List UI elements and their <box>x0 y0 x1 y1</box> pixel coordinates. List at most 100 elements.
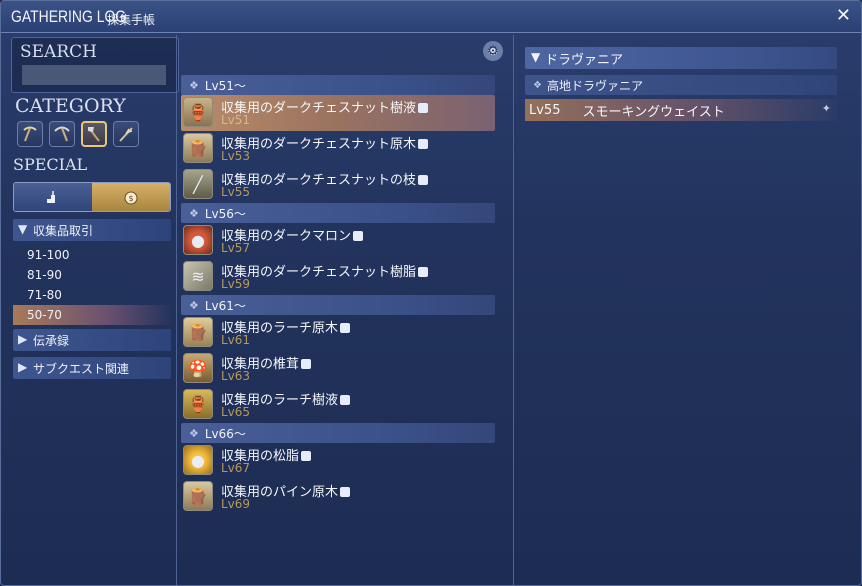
pine-resin-icon: ● <box>183 445 213 475</box>
group-header: ❖ Lv61～ <box>181 295 495 315</box>
close-icon[interactable]: ✕ <box>836 5 851 26</box>
filter-panel: SEARCH CATEGORY SPECIAL $ ▼ 収集品取引 91-100… <box>7 37 179 581</box>
list-item[interactable]: 🍄 収集用の椎茸 Lv63 <box>181 351 495 387</box>
diamond-icon: ❖ <box>533 79 542 91</box>
group-header-label: Lv56～ <box>204 206 246 221</box>
list-item[interactable]: ≋ 収集用のダークチェスナット樹脂 Lv59 <box>181 259 495 295</box>
item-level: Lv65 <box>221 405 251 419</box>
diamond-icon: ❖ <box>189 206 199 220</box>
region-header[interactable]: ▼ ドラヴァニア <box>525 47 837 69</box>
list-item[interactable]: ● 収集用の松脂 Lv67 <box>181 443 495 479</box>
list-item[interactable]: 🪵 収集用のダークチェスナット原木 Lv53 <box>181 131 495 167</box>
item-level: Lv63 <box>221 369 251 383</box>
group-header: ❖ Lv56～ <box>181 203 495 223</box>
stairs-icon[interactable] <box>14 183 92 211</box>
item-level: Lv55 <box>221 185 251 199</box>
group-header-label: Lv51～ <box>204 78 246 93</box>
divider <box>176 35 177 585</box>
node-level: Lv55 <box>529 102 561 118</box>
hatchet-icon[interactable] <box>81 121 107 147</box>
group-header-label: Lv61～ <box>204 298 246 313</box>
area-header: ❖ 高地ドラヴァニア <box>525 75 837 95</box>
collectable-icon <box>301 451 312 461</box>
item-name: 収集用のダークチェスナットの枝 <box>221 169 429 188</box>
sap-icon: 🏺 <box>183 389 213 419</box>
search-label: SEARCH <box>20 42 97 62</box>
gathering-log-window: GATHERING LOG 採集手帳 ✕ SEARCH CATEGORY SPE… <box>0 0 862 586</box>
diamond-icon: ❖ <box>189 298 199 312</box>
pickaxe-icon[interactable] <box>17 121 43 147</box>
search-panel: SEARCH <box>11 37 179 93</box>
list-item[interactable]: 🪵 収集用のパイン原木 Lv69 <box>181 479 495 515</box>
group-header: ❖ Lv66～ <box>181 423 495 443</box>
branch-icon: ╱ <box>183 169 213 199</box>
search-input[interactable] <box>22 65 166 85</box>
collectable-icon <box>340 487 351 497</box>
tree-collectables-label: 収集品取引 <box>33 223 94 238</box>
diamond-icon: ❖ <box>189 78 199 92</box>
window-subtitle: 採集手帳 <box>107 13 156 27</box>
item-level: Lv59 <box>221 277 251 291</box>
collectable-icon <box>301 359 312 369</box>
tree-folklore-header[interactable]: ▶ 伝承録 <box>13 329 171 351</box>
tree-collectables-header[interactable]: ▼ 収集品取引 <box>13 219 171 241</box>
collectable-icon <box>340 323 351 333</box>
chevron-right-icon: ▶ <box>18 360 28 374</box>
log-icon: 🪵 <box>183 133 213 163</box>
item-list: ❖ Lv51～ 🏺 収集用のダークチェスナット樹液 Lv51 🪵 収集用のダーク… <box>181 75 497 515</box>
harvesting-icon[interactable] <box>113 121 139 147</box>
item-name: 収集用のダークチェスナット原木 <box>221 133 429 152</box>
chestnut-icon: ● <box>183 225 213 255</box>
resin-icon: ≋ <box>183 261 213 291</box>
tree-folklore-label: 伝承録 <box>33 333 70 348</box>
chevron-right-icon: ▶ <box>18 332 28 346</box>
svg-text:$: $ <box>128 194 133 203</box>
collectable-icon <box>418 267 429 277</box>
item-name: 収集用のダークチェスナット樹液 <box>221 97 429 116</box>
item-level: Lv53 <box>221 149 251 163</box>
special-label: SPECIAL <box>13 155 88 174</box>
list-item[interactable]: 🪵 収集用のラーチ原木 Lv61 <box>181 315 495 351</box>
collectable-icon <box>418 175 429 185</box>
tree-sidequests-header[interactable]: ▶ サブクエスト関連 <box>13 357 171 379</box>
item-level: Lv67 <box>221 461 251 475</box>
divider <box>513 35 514 585</box>
category-label: CATEGORY <box>15 95 126 117</box>
title-bar[interactable]: GATHERING LOG 採集手帳 ✕ <box>1 1 861 33</box>
sparkle-icon: ✦ <box>821 102 831 115</box>
list-item[interactable]: 🏺 収集用のダークチェスナット樹液 Lv51 <box>181 95 495 131</box>
item-level: Lv57 <box>221 241 251 255</box>
gathering-node-row[interactable]: Lv55 スモーキングウェイスト ✦ <box>525 99 837 121</box>
item-level: Lv51 <box>221 113 251 127</box>
chevron-down-icon: ▼ <box>18 222 28 236</box>
diamond-icon: ❖ <box>189 426 199 440</box>
location-panel: ▼ ドラヴァニア ❖ 高地ドラヴァニア Lv55 スモーキングウェイスト ✦ <box>521 35 841 585</box>
node-name: スモーキングウェイスト <box>582 104 725 120</box>
item-list-panel: ⚙ ❖ Lv51～ 🏺 収集用のダークチェスナット樹液 Lv51 🪵 収集用のダ… <box>181 35 503 585</box>
mushroom-icon: 🍄 <box>183 353 213 383</box>
quarrying-pick-icon[interactable] <box>49 121 75 147</box>
tree-item-50-70[interactable]: 50-70 <box>13 305 171 325</box>
collectable-icon <box>418 103 429 113</box>
tree-item-81-90[interactable]: 81-90 <box>13 265 171 285</box>
coin-bag-icon[interactable]: $ <box>92 183 170 211</box>
list-item[interactable]: ● 収集用のダークマロン Lv57 <box>181 223 495 259</box>
list-item[interactable]: ╱ 収集用のダークチェスナットの枝 Lv55 <box>181 167 495 203</box>
collectable-icon <box>418 139 429 149</box>
collectable-icon <box>340 395 351 405</box>
log-icon: 🪵 <box>183 317 213 347</box>
item-level: Lv61 <box>221 333 251 347</box>
item-level: Lv69 <box>221 497 251 511</box>
chevron-down-icon: ▼ <box>531 50 541 64</box>
area-label: 高地ドラヴァニア <box>546 78 643 93</box>
list-item[interactable]: 🏺 収集用のラーチ樹液 Lv65 <box>181 387 495 423</box>
tree-item-71-80[interactable]: 71-80 <box>13 285 171 305</box>
tree-item-91-100[interactable]: 91-100 <box>13 245 171 265</box>
gear-icon[interactable]: ⚙ <box>483 41 503 61</box>
special-toggle[interactable]: $ <box>13 182 171 212</box>
log-icon: 🪵 <box>183 481 213 511</box>
group-header-label: Lv66～ <box>204 426 246 441</box>
collectable-icon <box>353 231 364 241</box>
item-name: 収集用のダークチェスナット樹脂 <box>221 261 429 280</box>
region-label: ドラヴァニア <box>545 52 624 68</box>
